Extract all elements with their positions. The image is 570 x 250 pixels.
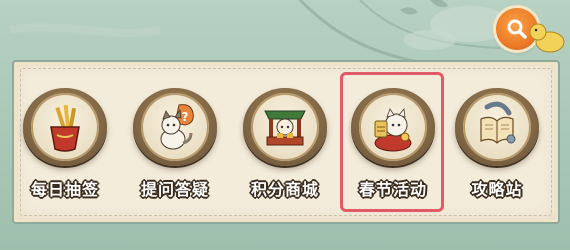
menu-icon-frame: ? xyxy=(133,88,217,166)
cat-question-icon: ? xyxy=(141,93,209,161)
menu-icon-frame xyxy=(243,88,327,166)
selection-highlight xyxy=(340,72,444,212)
menu-item-points-shop[interactable]: 积分商城 xyxy=(240,30,330,200)
menu-item-label: 攻略站 xyxy=(471,182,523,199)
svg-text:?: ? xyxy=(182,110,189,124)
menu-item-qna[interactable]: ? 提问答疑 xyxy=(130,30,220,200)
menu-icon-frame xyxy=(455,88,539,166)
menu-item-label: 积分商城 xyxy=(250,182,319,199)
guide-book-icon xyxy=(463,93,531,161)
duck-mascot-icon xyxy=(526,23,565,53)
menu-icon-frame xyxy=(23,88,107,166)
fortune-stick-icon xyxy=(31,93,99,161)
cat-shop-icon xyxy=(251,93,319,161)
menu-item-label: 提问答疑 xyxy=(140,182,209,199)
menu-item-guide[interactable]: 攻略站 xyxy=(452,30,542,200)
menu-item-label: 每日抽签 xyxy=(30,182,99,199)
menu-item-daily-draw[interactable]: 每日抽签 xyxy=(20,30,110,200)
